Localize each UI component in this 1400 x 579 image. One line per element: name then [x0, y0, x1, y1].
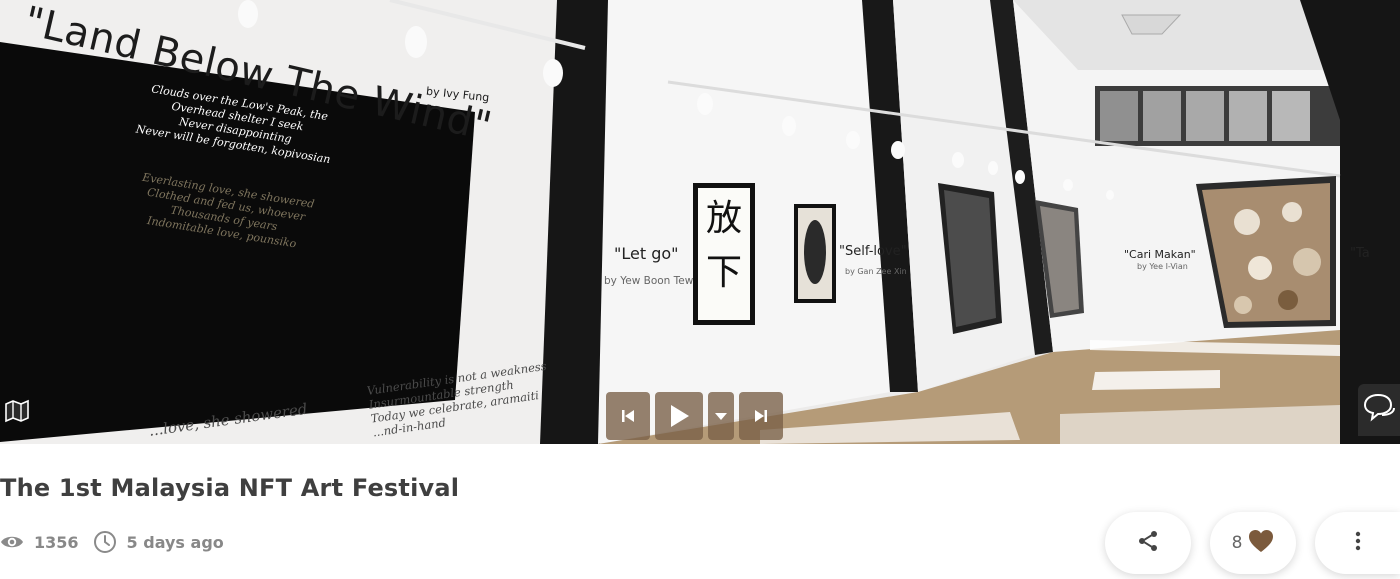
share-button[interactable]	[1105, 512, 1191, 574]
clock-icon	[93, 530, 117, 554]
skip-back-icon	[620, 408, 636, 424]
next-button[interactable]	[739, 392, 783, 440]
tour-dropdown-button[interactable]	[708, 392, 734, 440]
post-meta: 1356 5 days ago	[0, 530, 224, 554]
skip-forward-icon	[753, 408, 769, 424]
play-icon	[668, 404, 690, 428]
view-count: 1356	[34, 532, 79, 552]
artwork-calligraphy[interactable]: 放 下	[704, 192, 744, 300]
artwork-title: "Self-love"	[839, 244, 907, 259]
gallery-viewport[interactable]: "Land Below The Wind" by Ivy Fung Clouds…	[0, 0, 1400, 444]
eye-icon	[0, 533, 24, 551]
viewer-controls	[606, 392, 783, 440]
more-vertical-icon	[1355, 531, 1361, 555]
like-button[interactable]: 8	[1210, 512, 1296, 574]
artwork-artist: by Yee I-Vian	[1137, 262, 1188, 271]
heart-icon	[1248, 529, 1274, 557]
like-count: 8	[1231, 533, 1243, 553]
map-button[interactable]	[0, 390, 34, 436]
post-title: The 1st Malaysia NFT Art Festival	[0, 474, 460, 502]
play-button[interactable]	[655, 392, 703, 440]
chat-button[interactable]	[1358, 384, 1400, 436]
chat-icon	[1362, 393, 1396, 427]
caret-down-icon	[714, 411, 728, 421]
posted-time: 5 days ago	[126, 532, 224, 552]
artwork-title: "Let go"	[614, 244, 679, 263]
share-icon	[1136, 529, 1160, 557]
artwork-title: "Cari Makan"	[1124, 248, 1196, 261]
map-icon	[4, 398, 30, 428]
previous-button[interactable]	[606, 392, 650, 440]
artwork-artist: by Yew Boon Tew	[604, 275, 694, 287]
artwork-title: "Ta	[1350, 246, 1370, 261]
artwork-artist: by Gan Zee Xin	[845, 267, 907, 276]
more-options-button[interactable]	[1315, 512, 1400, 574]
